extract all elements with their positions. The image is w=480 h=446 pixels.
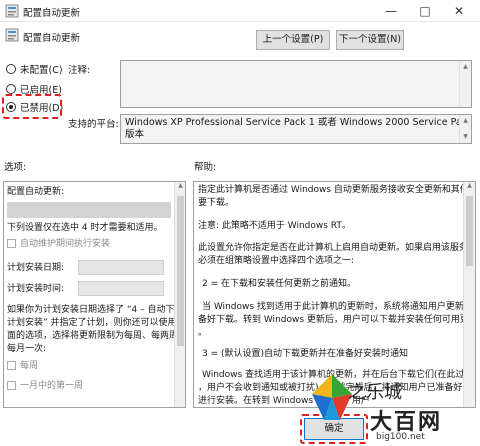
options-note: 下列设置仅在选中 4 时才需要和适用。 (7, 223, 163, 233)
options-pane: 配置自动更新: 下列设置仅在选中 4 时才需要和适用。 自动维护期间执行安装 计… (3, 181, 186, 408)
install-day-label: 计划安装日期: (7, 263, 65, 273)
policy-name: 配置自动更新 (23, 33, 81, 44)
help-text: 备好下载。转到 Windows 更新后，用户可以下载并安装任何可用更新 (198, 315, 476, 325)
radio-not-configured[interactable]: 未配置(C) (6, 62, 63, 76)
prev-setting-button[interactable]: 上一个设置(P) (256, 30, 330, 50)
install-day-dropdown[interactable] (78, 260, 164, 275)
checkbox[interactable] (7, 239, 16, 248)
platform-text: 版本 (125, 129, 145, 140)
platform-text: Windows XP Professional Service Pack 1 或… (125, 117, 467, 128)
help-text: 3 = (默认设置)自动下载更新并在准备好安装时通知 (202, 349, 409, 359)
radio-button[interactable] (6, 84, 16, 94)
comment-field[interactable]: ▲ (120, 60, 472, 108)
help-text: 注意: 此策略不适用于 Windows RT。 (198, 221, 351, 231)
scrollbar[interactable]: ▲ (463, 182, 475, 407)
help-header: 帮助: (194, 162, 217, 173)
platform-field: Windows XP Professional Service Pack 1 或… (120, 114, 472, 144)
help-text: 当 Windows 找到适用于此计算机的更新时，系统将通知用户更新已准 (202, 302, 476, 312)
policy-settings-icon (5, 4, 19, 18)
first-week-checkbox[interactable]: 一月中的第一周 (7, 380, 83, 393)
radio-label: 未配置(C) (20, 65, 63, 76)
highlight-annotation (2, 94, 62, 119)
help-text: 指定此计算机是否通过 Windows 自动更新服务接收安全更新和其他重 (198, 185, 476, 195)
watermark-url: big100.net (376, 432, 425, 442)
maximize-icon[interactable]: □ (408, 0, 442, 22)
checkbox[interactable] (7, 361, 16, 370)
scrollbar[interactable]: ▲ (459, 61, 471, 107)
platform-label: 支持的平台: (68, 119, 119, 130)
close-icon[interactable]: ✕ (442, 0, 476, 22)
options-paragraph: 面的选项，选择将更新限制为每周、每两周或 (7, 331, 186, 341)
minimize-icon[interactable]: — (374, 0, 408, 22)
help-text: 此设置允许你指定是否在此计算机上启用自动更新。如果启用该服务，则 (198, 243, 476, 253)
scrollbar[interactable]: ▲ ▼ (459, 115, 471, 143)
radio-button[interactable] (6, 64, 16, 74)
options-paragraph: 每月一次: (7, 344, 47, 354)
options-header: 选项: (4, 162, 27, 173)
weekly-checkbox[interactable]: 每周 (7, 360, 38, 373)
options-paragraph: 计划安装” 并指定了计划，则你还可以使用下 (7, 318, 186, 328)
checkbox[interactable] (7, 381, 16, 390)
configure-dropdown[interactable] (7, 202, 171, 218)
help-text: 必须在组策略设置中选择四个选项之一: (198, 256, 355, 266)
help-text: 2 = 在下载和安装任何更新之前通知。 (202, 279, 356, 289)
options-paragraph: 如果你为计划安装日期选择了 “4 – 自动下载 (7, 305, 184, 315)
policy-settings-icon (5, 28, 19, 42)
help-text: 要下载。 (198, 198, 235, 208)
install-time-dropdown[interactable] (78, 281, 164, 296)
scrollbar[interactable]: ▲ (174, 182, 185, 407)
options-title: 配置自动更新: (7, 187, 65, 197)
help-text: 。 (198, 328, 208, 338)
scrollbar-thumb[interactable] (466, 196, 473, 266)
comment-label: 注释: (68, 65, 91, 76)
scrollbar-thumb[interactable] (177, 196, 184, 346)
next-setting-button[interactable]: 下一个设置(N) (336, 30, 404, 50)
watermark-text: 之乐城 (348, 382, 402, 403)
title-bar: 配置自动更新 — □ ✕ (0, 0, 480, 22)
auto-maintenance-checkbox[interactable]: 自动维护期间执行安装 (7, 238, 110, 251)
window-title: 配置自动更新 (23, 8, 81, 19)
install-time-label: 计划安装时间: (7, 284, 65, 294)
